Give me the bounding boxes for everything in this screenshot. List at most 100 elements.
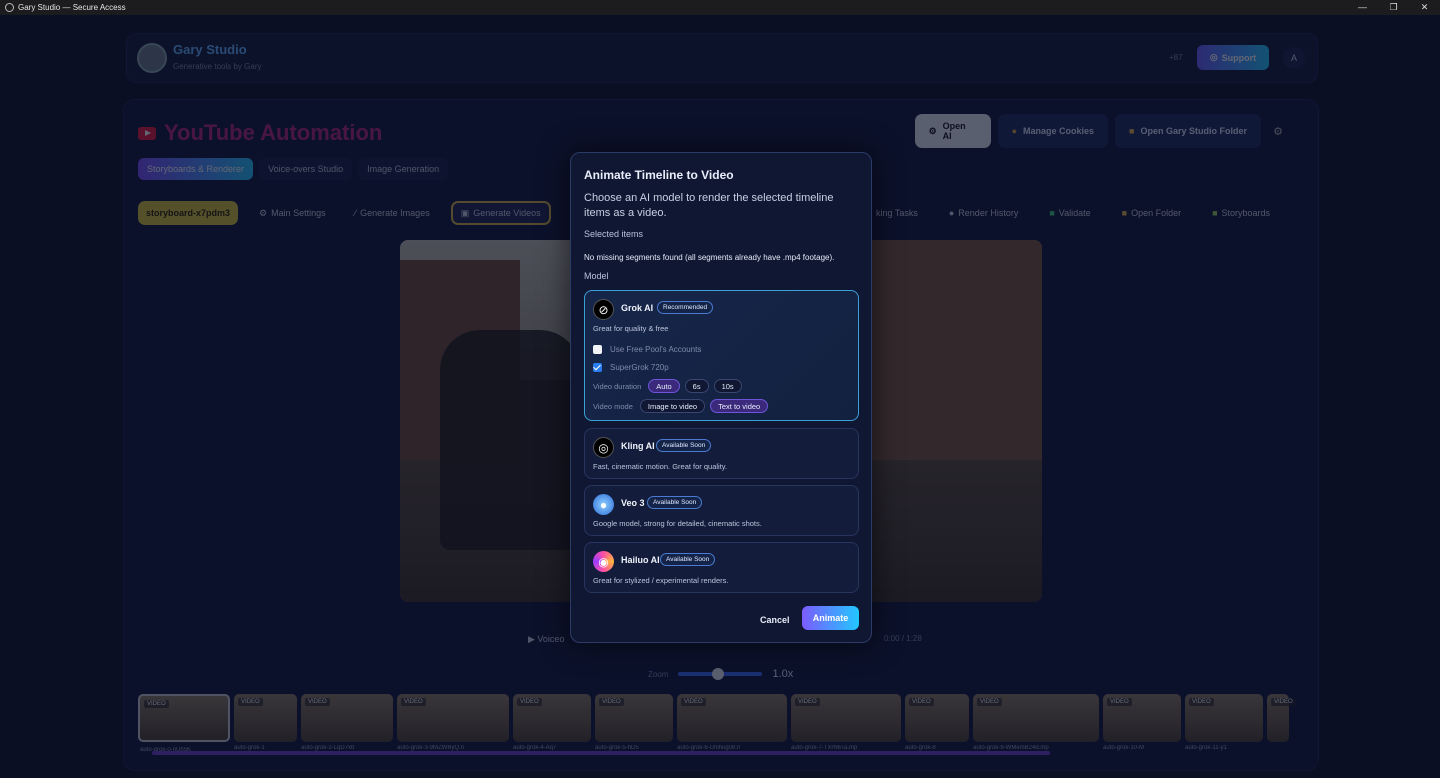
tab-image-generation[interactable]: Image Generation <box>358 158 449 180</box>
timeline-clip[interactable]: VIDEO <box>1267 694 1296 742</box>
timecode: 0:00 / 1:28 <box>884 634 922 643</box>
timeline-clip[interactable]: VIDEO auto-grok-9-WMemB24d.mp <box>973 694 1099 751</box>
folder-icon: ■ <box>1129 126 1135 136</box>
working-tasks-button[interactable]: king Tasks <box>868 201 926 225</box>
timeline-clip[interactable]: VIDEO auto-grok-1 <box>234 694 297 751</box>
model-name: Hailuo AI <box>621 555 660 565</box>
zoom-slider[interactable] <box>678 668 763 680</box>
header-count: +87 <box>1169 53 1183 62</box>
supergrok-checkbox[interactable] <box>593 363 602 372</box>
close-icon[interactable]: ✕ <box>1409 0 1440 15</box>
zoom-control: Zoom 1.0x <box>648 668 793 680</box>
zoom-value: 1.0x <box>772 668 794 680</box>
support-button[interactable]: ◎ Support <box>1197 45 1269 70</box>
restore-icon[interactable]: ❐ <box>1378 0 1409 15</box>
tab-bar: Storyboards & Renderer Voice-overs Studi… <box>138 158 449 180</box>
timeline-clip[interactable]: VIDEO auto-grok-10-M <box>1103 694 1181 751</box>
model-card-grok[interactable]: ⊘ Grok AI Recommended Great for quality … <box>584 290 859 421</box>
supergrok-option[interactable]: SuperGrok 720p <box>593 363 669 372</box>
generate-images-button[interactable]: ⁄ Generate Images <box>347 201 438 225</box>
open-folder-small-button[interactable]: ■ Open Folder <box>1114 201 1189 225</box>
duration-10s[interactable]: 10s <box>713 379 742 393</box>
page-title: YouTube Automation <box>138 120 382 146</box>
timeline-clip[interactable]: VIDEO auto-grok-4-Aq7 <box>513 694 591 751</box>
mode-image-to-video[interactable]: Image to video <box>639 399 706 413</box>
clip-type-tag: VIDEO <box>401 698 426 706</box>
brand-name: Gary Studio <box>173 42 247 57</box>
free-pool-checkbox[interactable] <box>593 345 602 354</box>
voiceover-toggle[interactable]: ▶ Voiceo <box>528 634 564 645</box>
animate-button[interactable]: Animate <box>802 606 859 630</box>
brand-tagline: Generative tools by Gary <box>173 62 262 71</box>
timeline-clip[interactable]: VIDEO auto-grok-11-y1 <box>1185 694 1263 751</box>
storyboards-button[interactable]: ■ Storyboards <box>1204 201 1278 225</box>
zoom-label: Zoom <box>648 669 669 679</box>
tab-voiceovers[interactable]: Voice-overs Studio <box>259 158 353 180</box>
available-soon-badge: Available Soon <box>656 439 712 452</box>
grok-icon: ⊘ <box>593 299 614 320</box>
model-card-kling[interactable]: ◎ Kling AI Available Soon Fast, cinemati… <box>584 428 859 479</box>
cancel-button[interactable]: Cancel <box>752 608 798 631</box>
render-history-button[interactable]: ● Render History <box>941 201 1026 225</box>
zoom-slider-handle[interactable] <box>712 668 725 680</box>
preview-figures <box>440 330 580 550</box>
generate-videos-label: Generate Videos <box>473 208 541 218</box>
clip-type-tag: VIDEO <box>795 698 820 706</box>
clip-type-tag: VIDEO <box>1271 698 1296 706</box>
open-ai-label: Open AI <box>942 121 966 141</box>
timeline-clip[interactable]: VIDEO auto-grok-3-9MZWByQ.n <box>397 694 509 751</box>
available-soon-badge: Available Soon <box>647 496 703 509</box>
kling-icon: ◎ <box>593 437 614 458</box>
wand-icon: ⁄ <box>354 208 357 218</box>
settings-gear-icon[interactable]: ⚙ <box>1268 125 1288 138</box>
model-description: Fast, cinematic motion. Great for qualit… <box>593 462 728 471</box>
tab-storyboards[interactable]: Storyboards & Renderer <box>138 158 254 180</box>
heart-icon: ◎ <box>1209 52 1218 62</box>
validate-button[interactable]: ■ Validate <box>1041 201 1098 225</box>
timeline-clip[interactable]: VIDEO auto-grok-8 <box>905 694 969 751</box>
storyboard-id-badge[interactable]: storyboard-x7pdm3 <box>138 201 239 225</box>
cookie-icon: ● <box>1011 126 1018 136</box>
gear-icon: ⚙ <box>259 207 268 218</box>
generate-videos-button[interactable]: ▣ Generate Videos <box>450 201 551 225</box>
timeline-scrollbar[interactable] <box>152 751 1050 755</box>
model-card-veo[interactable]: ● Veo 3 Available Soon Google model, str… <box>584 485 859 536</box>
duration-row: Video duration Auto 6s 10s <box>593 379 742 393</box>
clip-type-tag: VIDEO <box>517 698 542 706</box>
open-folder-label: Open Gary Studio Folder <box>1140 126 1247 136</box>
folder-small-icon: ■ <box>1121 208 1128 218</box>
app-header: Gary Studio Generative tools by Gary +87… <box>126 33 1318 83</box>
youtube-icon <box>138 126 156 140</box>
page-title-text: YouTube Automation <box>164 120 383 145</box>
manage-cookies-button[interactable]: ● Manage Cookies <box>997 114 1109 148</box>
preview-building-right <box>860 240 1042 470</box>
timeline-filmstrip: VIDEO auto-grok-0-nUh5K VIDEO auto-grok-1 VI… <box>138 694 1302 758</box>
open-folder-button[interactable]: ■ Open Gary Studio Folder <box>1115 114 1261 148</box>
minimize-icon[interactable]: — <box>1347 0 1378 15</box>
main-settings-button[interactable]: ⚙ Main Settings <box>251 201 334 225</box>
check-icon: ■ <box>1049 208 1055 218</box>
timeline-clip[interactable]: VIDEO auto-grok-2-LqD7xb <box>301 694 393 751</box>
clip-type-tag: VIDEO <box>681 698 706 706</box>
avatar[interactable]: A <box>1283 47 1305 69</box>
timeline-clip[interactable]: VIDEO auto-grok-7-TXrN6Ta.mp <box>791 694 901 751</box>
mode-text-to-video[interactable]: Text to video <box>710 399 769 413</box>
model-card-hailuo[interactable]: ◉ Hailuo AI Available Soon Great for sty… <box>584 542 859 593</box>
open-folder-small-label: Open Folder <box>1131 208 1182 218</box>
timeline-clip[interactable]: VIDEO auto-grok-0-nUh5K <box>138 694 230 753</box>
selected-items-label: Selected items <box>584 229 644 239</box>
timeline-clip[interactable]: VIDEO auto-grok-5-hD5 <box>595 694 673 751</box>
model-description: Great for stylized / experimental render… <box>593 576 729 585</box>
model-name: Kling AI <box>621 441 655 451</box>
open-ai-button[interactable]: ⚙ Open AI <box>914 114 991 148</box>
free-pool-option[interactable]: Use Free Pool's Accounts <box>593 345 701 354</box>
duration-6s[interactable]: 6s <box>684 379 709 393</box>
clip-type-tag: VIDEO <box>599 698 624 706</box>
dialog-title: Animate Timeline to Video <box>584 168 734 182</box>
main-settings-label: Main Settings <box>271 208 326 218</box>
clip-type-tag: VIDEO <box>305 698 330 706</box>
history-icon: ● <box>948 208 955 218</box>
duration-auto[interactable]: Auto <box>648 379 680 393</box>
timeline-clip[interactable]: VIDEO auto-grok-6-Unihug08.n <box>677 694 787 751</box>
clip-type-tag: VIDEO <box>977 698 1002 706</box>
